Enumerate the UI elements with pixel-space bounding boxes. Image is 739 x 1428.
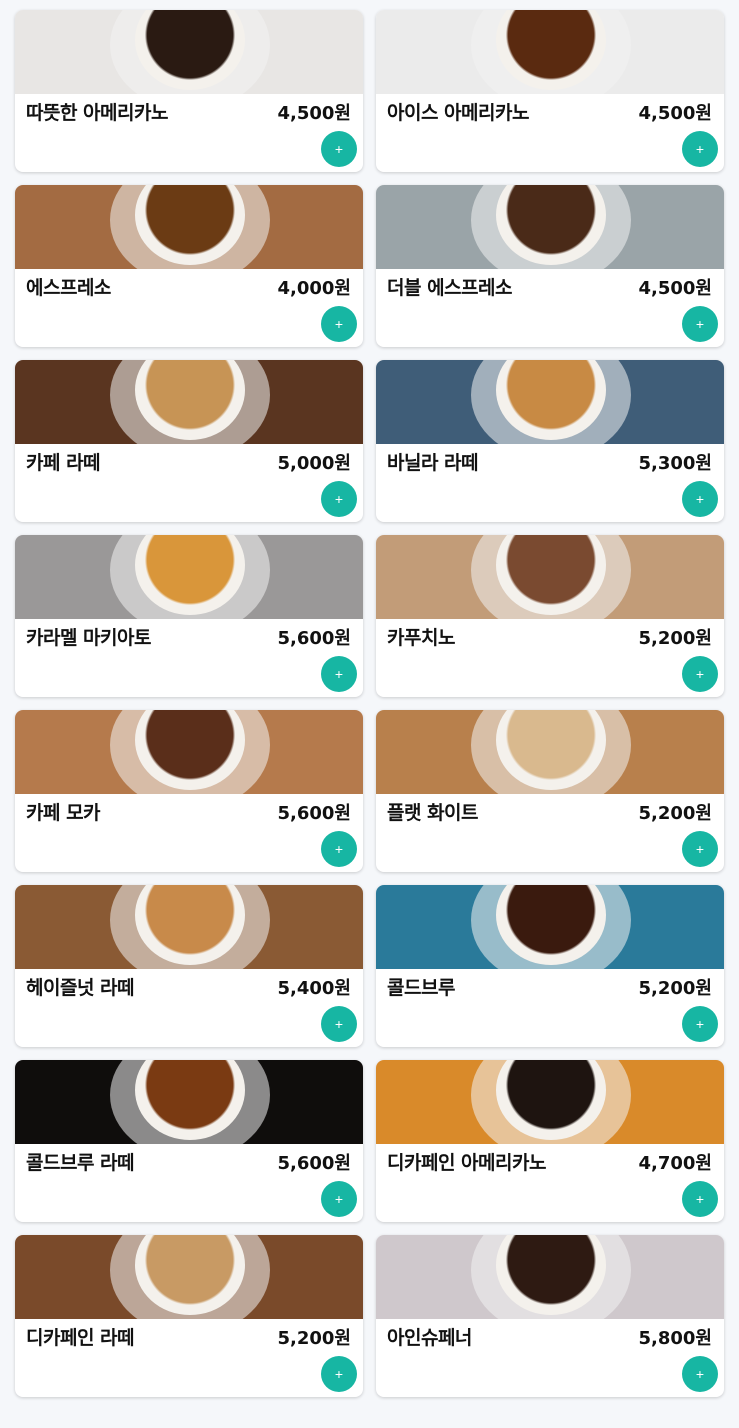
menu-item-price: 4,500원 [277,103,352,124]
menu-card[interactable]: 카라멜 마키아토 5,600원 + [15,535,363,697]
menu-card[interactable]: 디카페인 아메리카노 4,700원 + [376,1060,724,1222]
menu-item-price: 5,600원 [277,803,352,824]
menu-item-price: 5,300원 [638,453,713,474]
drink-photo [376,360,724,444]
menu-card[interactable]: 콜드브루 5,200원 + [376,885,724,1047]
menu-item-name: 따뜻한 아메리카노 [26,102,168,124]
menu-item-name: 헤이즐넛 라떼 [26,977,135,999]
drink-photo [15,1235,363,1319]
menu-item-name: 아이스 아메리카노 [387,102,529,124]
menu-card[interactable]: 카푸치노 5,200원 + [376,535,724,697]
menu-item-name: 더블 에스프레소 [387,277,512,299]
drink-photo [376,710,724,794]
add-to-cart-button[interactable]: + [321,306,357,342]
add-to-cart-button[interactable]: + [321,831,357,867]
drink-photo [15,10,363,94]
menu-item-price: 4,500원 [638,103,713,124]
add-to-cart-button[interactable]: + [682,306,718,342]
drink-photo [376,10,724,94]
menu-card[interactable]: 카페 모카 5,600원 + [15,710,363,872]
menu-item-name: 바닐라 라떼 [387,452,479,474]
add-to-cart-button[interactable]: + [321,481,357,517]
drink-photo [376,1235,724,1319]
add-to-cart-button[interactable]: + [682,1356,718,1392]
drink-photo [15,1060,363,1144]
menu-item-name: 카라멜 마키아토 [26,627,151,649]
add-to-cart-button[interactable]: + [682,1006,718,1042]
menu-item-name: 콜드브루 라떼 [26,1152,135,1174]
drink-photo [15,885,363,969]
add-to-cart-button[interactable]: + [321,131,357,167]
menu-item-price: 5,400원 [277,978,352,999]
menu-item-price: 5,200원 [277,1328,352,1349]
menu-item-price: 5,200원 [638,978,713,999]
menu-card[interactable]: 더블 에스프레소 4,500원 + [376,185,724,347]
add-to-cart-button[interactable]: + [682,1181,718,1217]
drink-photo [376,535,724,619]
menu-item-name: 카페 모카 [26,802,101,824]
menu-card[interactable]: 디카페인 라떼 5,200원 + [15,1235,363,1397]
add-to-cart-button[interactable]: + [321,656,357,692]
menu-item-name: 디카페인 라떼 [26,1327,135,1349]
menu-card[interactable]: 헤이즐넛 라떼 5,400원 + [15,885,363,1047]
menu-item-name: 플랫 화이트 [387,802,479,824]
menu-card[interactable]: 아이스 아메리카노 4,500원 + [376,10,724,172]
drink-photo [376,885,724,969]
add-to-cart-button[interactable]: + [321,1356,357,1392]
menu-grid: 따뜻한 아메리카노 4,500원 + 아이스 아메리카노 4,500원 + 에스프레소 4,0… [15,10,724,1397]
menu-card[interactable]: 바닐라 라떼 5,300원 + [376,360,724,522]
menu-card[interactable]: 카페 라떼 5,000원 + [15,360,363,522]
menu-card[interactable]: 콜드브루 라떼 5,600원 + [15,1060,363,1222]
menu-item-name: 아인슈페너 [387,1327,472,1349]
menu-item-name: 디카페인 아메리카노 [387,1152,546,1174]
drink-photo [15,185,363,269]
menu-item-name: 콜드브루 [387,977,455,999]
menu-card[interactable]: 플랫 화이트 5,200원 + [376,710,724,872]
menu-item-name: 카푸치노 [387,627,455,649]
menu-item-name: 에스프레소 [26,277,111,299]
add-to-cart-button[interactable]: + [682,131,718,167]
add-to-cart-button[interactable]: + [682,656,718,692]
menu-item-name: 카페 라떼 [26,452,101,474]
menu-card[interactable]: 에스프레소 4,000원 + [15,185,363,347]
add-to-cart-button[interactable]: + [682,481,718,517]
menu-item-price: 5,200원 [638,803,713,824]
menu-item-price: 4,700원 [638,1153,713,1174]
drink-photo [376,185,724,269]
menu-item-price: 5,800원 [638,1328,713,1349]
menu-item-price: 5,200원 [638,628,713,649]
menu-item-price: 5,600원 [277,628,352,649]
add-to-cart-button[interactable]: + [321,1181,357,1217]
add-to-cart-button[interactable]: + [321,1006,357,1042]
drink-photo [15,360,363,444]
menu-item-price: 5,600원 [277,1153,352,1174]
drink-photo [376,1060,724,1144]
menu-card[interactable]: 따뜻한 아메리카노 4,500원 + [15,10,363,172]
add-to-cart-button[interactable]: + [682,831,718,867]
menu-item-price: 4,000원 [277,278,352,299]
menu-item-price: 4,500원 [638,278,713,299]
drink-photo [15,535,363,619]
menu-item-price: 5,000원 [277,453,352,474]
drink-photo [15,710,363,794]
menu-card[interactable]: 아인슈페너 5,800원 + [376,1235,724,1397]
